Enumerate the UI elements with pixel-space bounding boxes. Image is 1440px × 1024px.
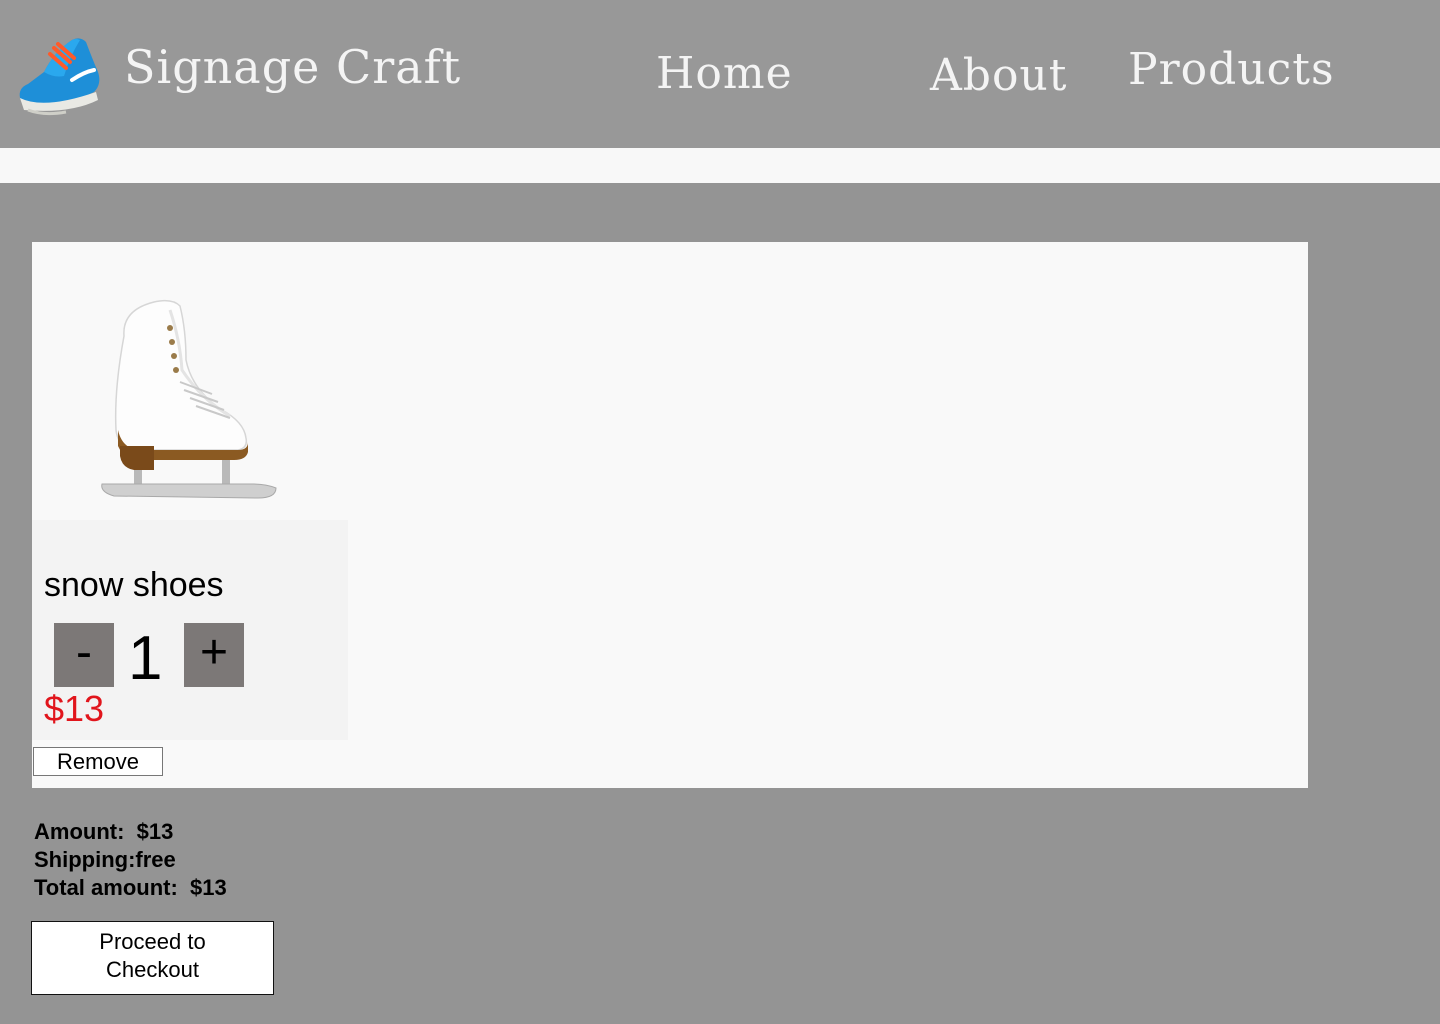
increase-quantity-button[interactable]: + xyxy=(184,623,244,687)
item-name: snow shoes xyxy=(44,566,224,604)
ice-skate-image xyxy=(101,299,277,499)
total-line: Total amount: $13 xyxy=(34,874,227,902)
sneaker-logo-icon[interactable] xyxy=(14,32,102,116)
order-summary: Amount: $13 Shipping:free Total amount: $1… xyxy=(34,818,227,902)
remove-button[interactable]: Remove xyxy=(33,747,163,776)
cart-item-card: snow shoes - 1 + $13 xyxy=(32,520,348,740)
amount-label: Amount: xyxy=(34,819,125,844)
item-price: $13 xyxy=(44,688,105,729)
checkout-label-line1: Proceed to xyxy=(99,929,206,954)
shipping-label: Shipping: xyxy=(34,847,136,872)
decrease-quantity-button[interactable]: - xyxy=(54,623,114,687)
proceed-to-checkout-button[interactable]: Proceed to Checkout xyxy=(31,921,274,995)
total-value: $13 xyxy=(190,875,227,900)
shipping-value: free xyxy=(135,847,176,872)
cart-panel: snow shoes - 1 + $13 Remove xyxy=(32,242,1308,788)
quantity-value: 1 xyxy=(128,624,163,693)
amount-value: $13 xyxy=(136,819,174,844)
total-label: Total amount: xyxy=(34,875,178,900)
shipping-line: Shipping:free xyxy=(34,846,227,874)
checkout-label-line2: Checkout xyxy=(106,957,199,982)
nav-home[interactable]: Home xyxy=(656,48,793,99)
header-divider-strip xyxy=(0,148,1440,183)
nav-about[interactable]: About xyxy=(930,50,1067,101)
amount-line: Amount: $13 xyxy=(34,818,227,846)
nav-products[interactable]: Products xyxy=(1128,44,1335,95)
brand-name[interactable]: Signage Craft xyxy=(124,40,461,94)
site-header: Signage Craft Home About Products xyxy=(0,0,1440,148)
